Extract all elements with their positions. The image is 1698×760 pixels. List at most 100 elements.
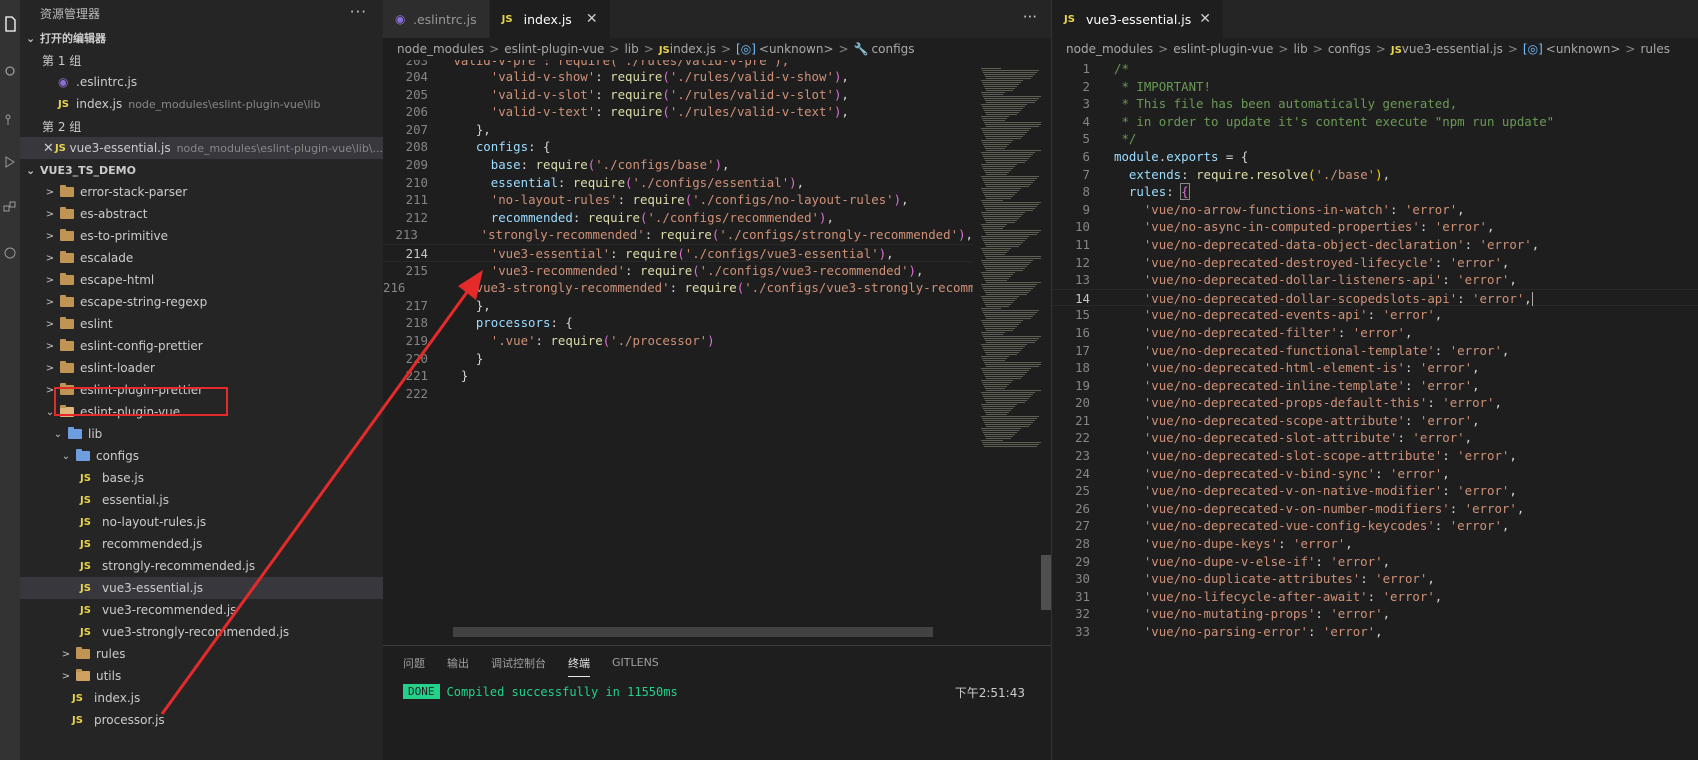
tree-folder[interactable]: > eslint-loader (20, 357, 383, 379)
chevron-right-icon: > (61, 648, 71, 660)
open-editor-vue3-essential[interactable]: ✕ JS vue3-essential.js node_modules\eslint-… (20, 137, 383, 159)
panel-tab[interactable]: 问题 (403, 649, 425, 677)
breadcrumb-item[interactable]: lib (624, 42, 638, 56)
minimap-line (985, 232, 1039, 233)
editor-group-1[interactable]: 第 1 组 (20, 49, 383, 71)
extensions-icon[interactable] (0, 198, 20, 218)
tree-folder[interactable]: > escape-string-regexp (20, 291, 383, 313)
breadcrumb-item[interactable]: JSindex.js (659, 42, 716, 56)
tab-index[interactable]: JS index.js ✕ (489, 0, 611, 38)
minimap-line (983, 156, 1031, 157)
minimap-line (983, 132, 1027, 133)
horizontal-scrollbar[interactable] (453, 627, 933, 637)
minimap-line (986, 234, 1037, 235)
close-icon[interactable]: ✕ (42, 141, 55, 156)
code-line: 15 'vue/no-deprecated-events-api': 'erro… (1075, 307, 1443, 323)
source-control-icon[interactable] (0, 110, 20, 130)
tree-folder[interactable]: > eslint-config-prettier (20, 335, 383, 357)
code-line: 19 'vue/no-deprecated-inline-template': … (1075, 377, 1480, 393)
panel-tab[interactable]: GITLENS (612, 650, 659, 675)
tree-folder[interactable]: > es-to-primitive (20, 225, 383, 247)
chevron-right-icon: > (1158, 42, 1169, 56)
code-line: 3 * This file has been automatically gen… (1082, 96, 1458, 112)
breadcrumb-item[interactable]: lib (1293, 42, 1307, 56)
terminal-output[interactable]: DONE Compiled successfully in 11550ms (383, 684, 1051, 699)
explorer-icon[interactable] (0, 14, 20, 34)
code-line: 33 'vue/no-parsing-error': 'error', (1075, 624, 1383, 639)
tree-file[interactable]: JS recommended.js (20, 533, 383, 555)
minimap[interactable] (973, 60, 1041, 645)
minimap-line (983, 252, 1007, 253)
chevron-right-icon: > (45, 296, 55, 308)
open-editor-index[interactable]: JS index.js node_modules\eslint-plugin-vue… (20, 93, 383, 115)
close-icon[interactable]: ✕ (1199, 11, 1211, 27)
minimap-line (986, 366, 1039, 367)
minimap-line (981, 344, 1027, 345)
minimap-line (983, 360, 1005, 361)
minimap-line (983, 108, 1023, 109)
tree-folder[interactable]: > error-stack-parser (20, 181, 383, 203)
tree-file[interactable]: JS vue3-strongly-recommended.js (20, 621, 383, 643)
tree-folder[interactable]: > escape-html (20, 269, 383, 291)
chevron-right-icon: > (45, 274, 55, 286)
panel-tab[interactable]: 调试控制台 (491, 649, 546, 677)
breadcrumb-item[interactable]: [◎] <unknown> (1523, 42, 1620, 56)
minimap-line (984, 134, 1025, 135)
minimap-line (981, 356, 1009, 357)
panel-tab[interactable]: 终端 (568, 649, 590, 677)
run-debug-icon[interactable] (0, 152, 20, 172)
open-editor-eslintrc[interactable]: ◉ .eslintrc.js (20, 71, 383, 93)
breadcrumb-item[interactable]: eslint-plugin-vue (504, 42, 604, 56)
chevron-right-icon: > (45, 340, 55, 352)
tree-file[interactable]: JS index.js (20, 687, 383, 709)
tree-folder[interactable]: > eslint (20, 313, 383, 335)
search-icon[interactable] (0, 62, 20, 82)
tab-vue3-essential[interactable]: JS vue3-essential.js ✕ (1052, 0, 1225, 38)
code-line: 5 */ (1082, 131, 1137, 147)
code-editor[interactable]: 1/* 2 * IMPORTANT! 3 * This file has been … (1052, 60, 1698, 760)
panel-tab[interactable]: 输出 (447, 649, 469, 677)
tree-folder[interactable]: > es-abstract (20, 203, 383, 225)
code-editor[interactable]: 203'valid-v-pre': require('./rules/valid… (383, 60, 973, 645)
breadcrumb-item[interactable]: [◎] <unknown> (736, 42, 833, 56)
minimap-line (986, 390, 1041, 391)
open-editors-section[interactable]: ⌄ 打开的编辑器 (20, 27, 383, 49)
project-section[interactable]: ⌄ VUE3_TS_DEMO (20, 159, 383, 181)
code-line: 20 'vue/no-deprecated-props-default-this… (1075, 395, 1502, 411)
more-actions-icon[interactable]: ··· (1023, 8, 1037, 26)
tree-folder-configs[interactable]: ⌄ configs (20, 445, 383, 467)
breadcrumb-item[interactable]: JSvue3-essential.js (1391, 42, 1503, 56)
breadcrumb-item[interactable]: rules (1640, 42, 1670, 56)
close-icon[interactable]: ✕ (586, 11, 598, 27)
breadcrumb-item[interactable]: eslint-plugin-vue (1173, 42, 1273, 56)
tree-folder-utils[interactable]: > utils (20, 665, 383, 687)
code-line: 4 * in order to update it's content exec… (1082, 113, 1555, 129)
tree-folder[interactable]: > escalade (20, 247, 383, 269)
breadcrumb-item[interactable]: node_modules (397, 42, 484, 56)
tab-eslintrc[interactable]: ◉ .eslintrc.js (383, 0, 490, 38)
minimap-line (981, 380, 1013, 381)
scrollbar-thumb[interactable] (1041, 555, 1051, 610)
minimap-line (985, 292, 1029, 293)
minimap-line (983, 144, 1009, 145)
more-actions-icon[interactable]: ··· (350, 3, 367, 21)
breadcrumb-item[interactable]: node_modules (1066, 42, 1153, 56)
tree-file[interactable]: JS strongly-recommended.js (20, 555, 383, 577)
tree-file[interactable]: JS essential.js (20, 489, 383, 511)
breadcrumb-item[interactable]: configs (1328, 42, 1371, 56)
tree-file[interactable]: JS no-layout-rules.js (20, 511, 383, 533)
tree-file[interactable]: JS base.js (20, 467, 383, 489)
editor-group-2[interactable]: 第 2 组 (20, 115, 383, 137)
minimap-line (984, 446, 1037, 447)
breadcrumb-item[interactable]: 🔧 configs (854, 42, 915, 56)
tree-file[interactable]: JS vue3-essential.js (20, 577, 383, 599)
chevron-down-icon: ⌄ (53, 428, 63, 440)
tree-folder-rules[interactable]: > rules (20, 643, 383, 665)
vertical-scrollbar[interactable] (1041, 60, 1051, 645)
remote-explorer-icon[interactable] (0, 243, 20, 263)
tree-file[interactable]: JS processor.js (20, 709, 383, 731)
minimap-line (983, 372, 1027, 373)
tree-folder-lib[interactable]: ⌄ lib (20, 423, 383, 445)
minimap-line (985, 352, 1019, 353)
tree-file[interactable]: JS vue3-recommended.js (20, 599, 383, 621)
